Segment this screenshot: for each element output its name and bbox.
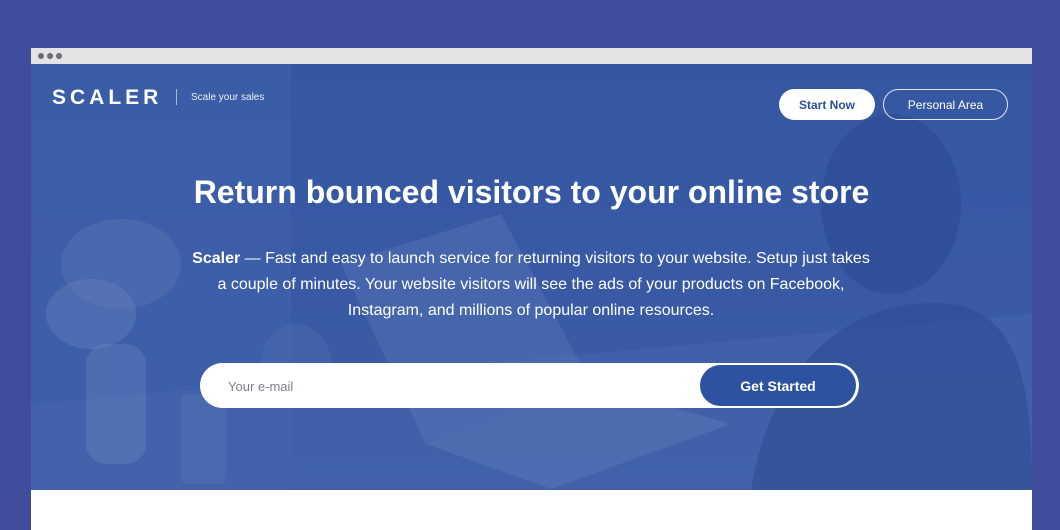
window-dot-icon[interactable]	[38, 53, 44, 59]
get-started-button[interactable]: Get Started	[700, 365, 856, 406]
start-now-button[interactable]: Start Now	[779, 89, 875, 120]
hero-headline: Return bounced visitors to your online s…	[193, 174, 870, 210]
hero-section: SCALER Scale your sales Start Now Person…	[31, 64, 1032, 490]
personal-area-button[interactable]: Personal Area	[883, 89, 1008, 120]
hero-description: Scaler — Fast and easy to launch service…	[191, 246, 871, 324]
description-text: — Fast and easy to launch service for re…	[217, 250, 870, 319]
brand-tagline: Scale your sales	[191, 92, 265, 103]
email-input[interactable]	[226, 363, 670, 410]
logo-divider	[176, 89, 177, 105]
window-dot-icon[interactable]	[47, 53, 53, 59]
browser-titlebar	[31, 48, 1032, 64]
signup-form: Get Started	[200, 363, 859, 410]
brand-logo[interactable]: SCALER	[52, 86, 162, 110]
window-dot-icon[interactable]	[56, 53, 62, 59]
browser-window: SCALER Scale your sales Start Now Person…	[31, 48, 1032, 530]
content-area	[31, 490, 1032, 530]
window-controls	[38, 53, 62, 59]
description-brand: Scaler	[192, 250, 241, 267]
